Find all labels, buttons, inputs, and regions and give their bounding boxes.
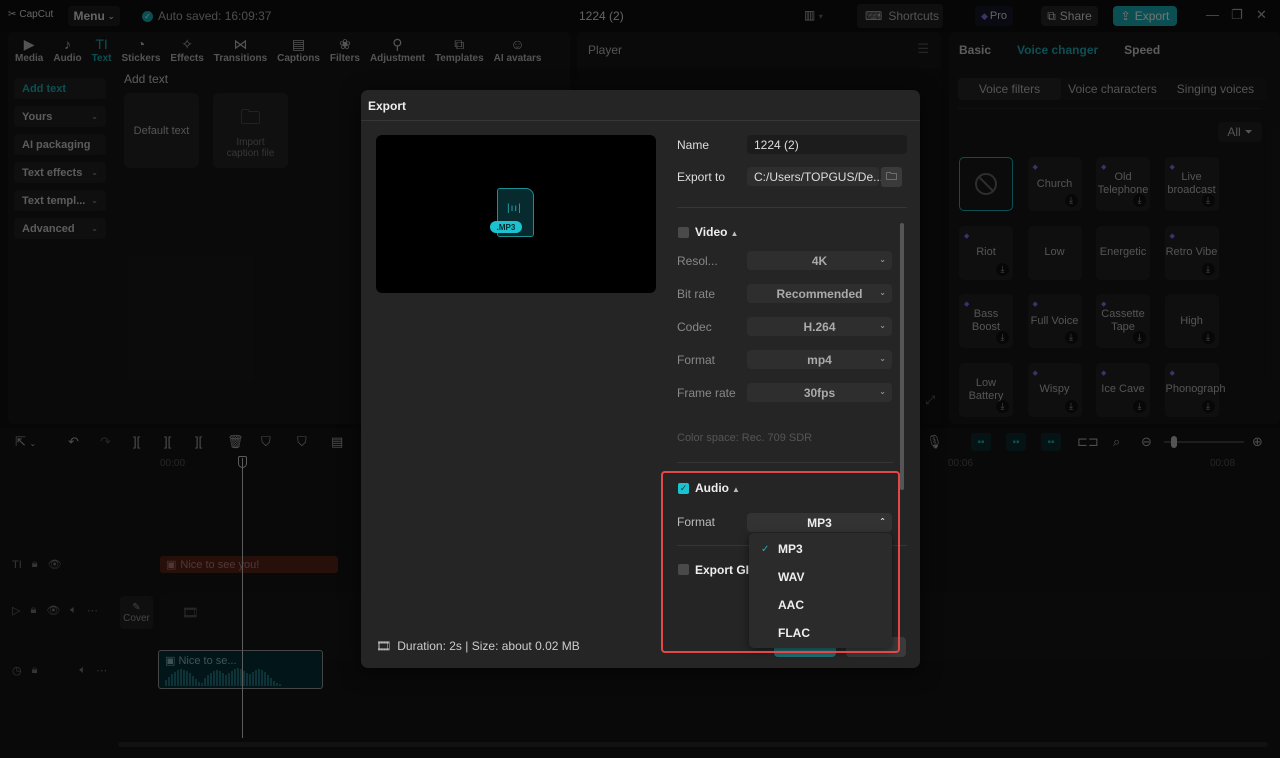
annotation-highlight-box (661, 471, 900, 653)
caret-up-icon: ▲ (730, 229, 739, 238)
bit-rate-select[interactable]: Recommended ⌄ (747, 284, 892, 303)
chevron-down-icon: ⌄ (879, 321, 886, 330)
film-icon: 🎞︎ (376, 639, 392, 653)
export-preview: |ıı| .MP3 (376, 135, 656, 293)
divider (677, 207, 907, 208)
folder-icon: 🗀 (886, 170, 897, 183)
frame-rate-label: Frame rate (677, 386, 736, 400)
resol-select[interactable]: 4K ⌄ (747, 251, 892, 270)
name-input[interactable]: 1224 (2) (747, 135, 907, 154)
select-value: Recommended (776, 286, 863, 301)
chevron-down-icon: ⌄ (879, 255, 886, 264)
export-summary: 🎞︎ Duration: 2s | Size: about 0.02 MB (376, 639, 580, 653)
video-section-toggle[interactable]: Video ▲ (695, 225, 738, 239)
divider (361, 120, 920, 121)
name-label: Name (677, 138, 710, 152)
select-value: mp4 (807, 352, 832, 367)
format-badge: .MP3 (490, 221, 522, 233)
dialog-title: Export (368, 99, 407, 113)
select-value: 4K (811, 253, 828, 268)
format-select[interactable]: mp4 ⌄ (747, 350, 892, 369)
frame-rate-select[interactable]: 30fps ⌄ (747, 383, 892, 402)
chevron-down-icon: ⌄ (879, 387, 886, 396)
export-to-label: Export to (677, 170, 726, 184)
codec-select[interactable]: H.264 ⌄ (747, 317, 892, 336)
browse-folder-button[interactable]: 🗀 (881, 167, 902, 187)
chevron-down-icon: ⌄ (879, 354, 886, 363)
resol-label: Resol... (677, 254, 718, 268)
codec-label: Codec (677, 320, 712, 334)
settings-scrollbar[interactable] (900, 223, 904, 490)
export-path-input[interactable]: C:/Users/TOPGUS/De... (747, 167, 883, 186)
select-value: H.264 (803, 319, 836, 334)
format-label: Format (677, 353, 716, 367)
video-checkbox[interactable] (678, 227, 689, 238)
capcut-app: ✂CapCut Menu⌄ ✓Auto saved: 16:09:37 1224… (0, 0, 1280, 758)
bit-rate-label: Bit rate (677, 287, 716, 301)
divider (677, 462, 893, 463)
chevron-down-icon: ⌄ (879, 288, 886, 297)
color-space-label: Color space: Rec. 709 SDR (677, 432, 813, 444)
waveform-icon: |ıı| (507, 203, 522, 214)
select-value: 30fps (803, 385, 836, 400)
